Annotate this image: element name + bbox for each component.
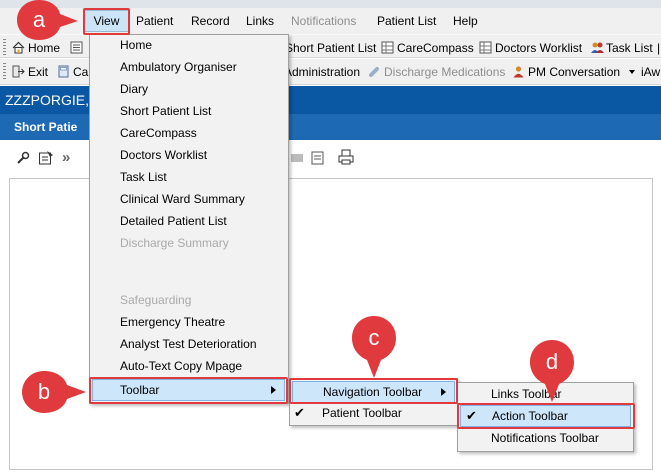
toolbar-doctors-worklist-button[interactable]: Doctors Worklist xyxy=(479,40,582,56)
toolbar-list-icon-partial[interactable] xyxy=(70,40,86,56)
view-menu-item-discharge-summary[interactable]: Discharge Summary xyxy=(120,236,229,252)
view-menu-item-emergency-theatre[interactable]: Emergency Theatre xyxy=(120,315,225,331)
menu-help[interactable]: Help xyxy=(453,13,478,29)
view-menu-item-task-list[interactable]: Task List xyxy=(120,170,167,186)
wrench-icon[interactable] xyxy=(15,150,31,169)
toolbar-iaware-label: iAw xyxy=(641,65,661,79)
exit-icon xyxy=(12,65,25,78)
grid-icon xyxy=(479,41,492,54)
view-menu-item-short-patient-list[interactable]: Short Patient List xyxy=(120,104,211,120)
people-icon xyxy=(590,41,604,54)
menu-links[interactable]: Links xyxy=(246,13,274,29)
view-menu-item-doctors-worklist[interactable]: Doctors Worklist xyxy=(120,148,207,164)
document-icon[interactable] xyxy=(310,150,326,169)
toolbar-grip[interactable] xyxy=(3,63,6,79)
highlight-navigation-toolbar xyxy=(289,378,458,404)
toolbar-administration-label: Administration xyxy=(284,65,361,79)
view-menu-item-home[interactable]: Home xyxy=(120,38,152,54)
submenu-item-patient-toolbar[interactable]: Patient Toolbar xyxy=(322,406,402,422)
highlight-view-menu xyxy=(83,8,130,35)
toolbar-more-partial[interactable]: | xyxy=(657,40,660,56)
highlight-action-toolbar xyxy=(457,403,635,429)
printer-icon[interactable] xyxy=(338,149,354,168)
patient-name: ZZZPORGIE, xyxy=(5,92,89,108)
toolbar-iaware-partial[interactable]: iAw xyxy=(641,64,660,80)
view-menu-item-diary[interactable]: Diary xyxy=(120,82,148,98)
remove-icon[interactable] xyxy=(290,150,304,169)
toolbar-discharge-medications-label: Discharge Medications xyxy=(384,65,506,79)
view-menu-item-ambulatory-organiser[interactable]: Ambulatory Organiser xyxy=(120,60,237,76)
list-icon xyxy=(70,41,83,54)
view-menu-item-safeguarding[interactable]: Safeguarding xyxy=(120,293,191,309)
menu-notifications[interactable]: Notifications xyxy=(291,13,356,29)
toolbar-exit-button[interactable]: Exit xyxy=(12,64,48,80)
callout-d-label: d xyxy=(545,349,559,374)
callout-a-label: a xyxy=(32,7,46,32)
toolbar-carecompass-label: CareCompass xyxy=(397,41,474,55)
toolbar-exit-label: Exit xyxy=(28,65,49,79)
callout-d: d xyxy=(528,338,576,404)
callout-b-label: b xyxy=(37,379,51,404)
calculator-icon xyxy=(57,65,70,78)
toolbar-administration-button[interactable]: Administration xyxy=(284,64,360,80)
forward-icon[interactable]: » xyxy=(62,149,70,166)
menu-patient[interactable]: Patient xyxy=(136,13,173,29)
toolbar-calculator-label: Ca xyxy=(73,65,89,79)
toolbar-doctors-worklist-label: Doctors Worklist xyxy=(495,41,583,55)
toolbar-short-patient-list-button[interactable]: Short Patient List xyxy=(285,40,376,56)
menu-gutter xyxy=(90,35,112,403)
toolbar-task-list-button[interactable]: Task List xyxy=(590,40,653,56)
view-menu-dropdown: Home Ambulatory Organiser Diary Short Pa… xyxy=(89,34,289,404)
callout-c: c xyxy=(350,314,398,380)
toolbar-short-patient-list-label: Short Patient List xyxy=(285,41,377,55)
submenu-item-notifications-toolbar[interactable]: Notifications Toolbar xyxy=(491,431,599,447)
callout-c-label: c xyxy=(368,325,380,350)
checkmark-icon: ✔ xyxy=(294,405,305,420)
view-menu-item-analyst-test-deterioration[interactable]: Analyst Test Deterioration xyxy=(120,337,257,353)
toolbar-carecompass-button[interactable]: CareCompass xyxy=(381,40,474,56)
callout-a: a xyxy=(16,0,80,40)
highlight-toolbar-item xyxy=(89,377,288,404)
toolbar-task-list-label: Task List xyxy=(606,41,653,55)
grid-icon xyxy=(381,41,394,54)
toolbar-home-button[interactable]: Home xyxy=(12,40,60,56)
dropdown-arrow-icon xyxy=(629,70,636,74)
toolbar-discharge-medications-button[interactable]: Discharge Medications xyxy=(368,64,505,80)
title-strip xyxy=(0,0,661,8)
menu-patient-list[interactable]: Patient List xyxy=(377,13,436,29)
properties-icon[interactable] xyxy=(38,150,54,169)
toolbar-home-label: Home xyxy=(28,41,61,55)
toolbar-grip[interactable] xyxy=(3,39,6,55)
view-menu-item-detailed-patient-list[interactable]: Detailed Patient List xyxy=(120,214,227,230)
menu-record[interactable]: Record xyxy=(191,13,230,29)
view-menu-item-carecompass[interactable]: CareCompass xyxy=(120,126,197,142)
section-title: Short Patie xyxy=(14,120,78,134)
callout-b: b xyxy=(20,370,88,414)
toolbar-pm-conversation-button[interactable]: PM Conversation xyxy=(512,64,636,80)
person-icon xyxy=(512,65,525,78)
view-menu-item-auto-text-copy-mpage[interactable]: Auto-Text Copy Mpage xyxy=(120,359,242,375)
view-menu-item-clinical-ward-summary[interactable]: Clinical Ward Summary xyxy=(120,192,245,208)
toolbar-pm-conversation-label: PM Conversation xyxy=(528,65,621,79)
pill-icon xyxy=(368,65,381,78)
home-icon xyxy=(12,41,25,54)
toolbar-calculator-button[interactable]: Ca xyxy=(57,64,88,80)
